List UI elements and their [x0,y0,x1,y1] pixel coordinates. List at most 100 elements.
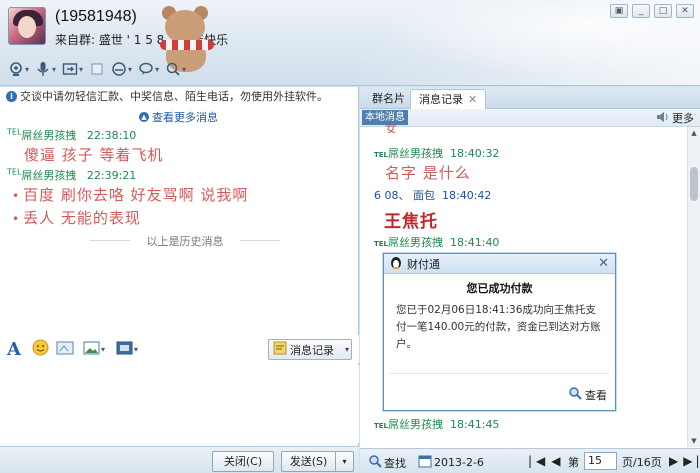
close-button[interactable]: 关闭(C) [212,451,274,472]
magic-emoji-button[interactable] [56,339,74,359]
scroll-down-icon[interactable]: ▼ [688,435,700,447]
message-source-bar: 本地消息 更多 [360,109,700,127]
message-header: TEL屌丝男孩拽 18:40:32 [374,147,500,160]
page-prefix: 第 [568,456,579,469]
maximize-icon[interactable]: □ [654,4,672,18]
transfer-file-icon [62,61,78,77]
more-label: 更多 [672,112,694,125]
speaker-icon [656,111,670,126]
search-people-button[interactable]: ▾ [163,59,188,79]
penguin-icon [389,255,403,272]
remote-desktop-icon [89,61,105,77]
date-picker[interactable]: 2013-2-6 [418,454,484,471]
message-body: 名字 是什么 [385,164,471,182]
message-header: TEL屌丝男孩拽 18:41:40 [374,236,500,249]
message-record-button[interactable]: 消息记录 ▾ [268,339,352,360]
app-store-button[interactable]: ▾ [109,59,134,79]
avatar[interactable] [8,7,46,45]
card-title: 您已成功付款 [466,282,533,295]
message-body: • 丢人 无能的表现 [12,209,141,227]
webcam-icon [8,61,24,77]
chat-bubble-icon [138,61,154,77]
chevron-down-icon: ▾ [345,345,350,354]
page-number-input[interactable]: 15 [584,452,617,470]
message-body: • 百度 刷你去咯 好友骂啊 说我啊 [12,186,249,204]
find-label: 查找 [384,456,406,470]
view-button[interactable]: 查看 [568,386,607,403]
webcam-button[interactable]: ▾ [6,59,31,79]
tab-message-record-label: 消息记录 [419,93,463,106]
tab-message-record[interactable]: 消息记录 ✕ [410,89,487,109]
next-page-icon[interactable]: ▶ [669,454,681,468]
skin-icon[interactable]: ▣ [610,4,628,18]
clipped-message-text: 女 [385,125,398,133]
font-button[interactable]: A [7,338,21,360]
smiley-icon [32,339,49,359]
find-button[interactable]: 查找 [368,454,406,471]
date-value: 2013-2-6 [434,456,484,469]
page-navigation: |◀ ◀ [528,454,565,468]
page-total: 页/16页 [622,456,662,469]
record-navigation-bar: 查找 2013-2-6 |◀◀ 第 15 页/16页 ▶▶| [360,448,700,473]
arrow-up-icon: ▲ [139,112,149,122]
divider [390,373,609,374]
message-header: TEL屌丝男孩拽 18:41:45 [374,418,500,431]
minimize-icon[interactable]: _ [632,4,650,18]
message-input[interactable] [0,365,359,443]
close-icon[interactable]: ✕ [676,4,694,18]
tab-group-card[interactable]: 群名片 [364,89,413,109]
emoji-button[interactable] [32,339,49,359]
send-bar: 关闭(C) 发送(S) ▾ [0,446,359,473]
calendar-icon [418,454,432,471]
more-button[interactable]: 更多 [656,110,694,126]
security-notice: i 交谈中请勿轻信汇款、中奖信息、陌生电话，勿使用外挂软件。 [6,88,328,104]
search-icon [368,454,382,471]
history-divider: 以上是历史消息 [90,233,280,248]
font-icon: A [7,338,21,360]
microphone-icon [35,61,51,77]
message-record-label: 消息记录 [290,343,334,357]
chat-panel: i 交谈中请勿轻信汇款、中奖信息、陌生电话，勿使用外挂软件。 ▲ 查看更多消息 … [0,87,359,473]
view-label: 查看 [585,388,607,402]
chat-bubble-button[interactable]: ▾ [136,59,161,79]
send-button[interactable]: 发送(S) [281,451,335,472]
scrollbar[interactable]: ▲ ▼ [687,127,700,447]
prev-page-icon[interactable]: ◀ [551,454,564,468]
side-panel: 群名片 消息记录 ✕ 本地消息 更多 女 TEL屌丝男孩拽 18:40:32 名字… [360,87,700,473]
app-store-icon [111,61,127,77]
screenshot-icon [116,340,134,359]
last-page-icon[interactable]: ▶| [683,454,700,468]
info-icon: i [6,90,17,102]
close-tab-icon[interactable]: ✕ [468,93,477,106]
transfer-file-button[interactable]: ▾ [60,59,85,79]
picture-icon [83,340,101,359]
close-icon[interactable]: ✕ [598,256,609,271]
remote-desktop-button[interactable] [87,59,107,79]
page-navigation-next: ▶▶| [669,454,700,468]
send-image-button[interactable]: ▾ [83,339,105,359]
first-page-icon[interactable]: |◀ [528,454,549,468]
magnifier-icon [568,386,582,403]
scroll-thumb[interactable] [690,167,698,201]
voice-button[interactable]: ▾ [33,59,58,79]
local-messages-tab[interactable]: 本地消息 [362,110,408,125]
card-text: 您已于02月06日18:41:36成功向王焦托支付一笔140.00元的付款，资金… [396,304,601,350]
side-tabs: 群名片 消息记录 ✕ [360,87,700,109]
window-controls: ▣ _ □ ✕ [610,4,694,18]
search-people-icon [165,61,181,77]
contact-title: (19581948) [55,8,137,25]
payment-notification-card: 财付通 ✕ 您已成功付款 您已于02月06日18:41:36成功向王焦托支付一笔… [383,253,616,411]
header-toolbar: ▾ ▾ ▾ ▾ ▾ ▾ [6,58,188,80]
card-app-name: 财付通 [407,257,440,271]
message-body: 傻逼 孩子 等着飞机 [24,146,164,164]
send-options-button[interactable]: ▾ [335,451,354,472]
view-more-messages-label: 查看更多消息 [152,111,218,124]
view-more-messages-link[interactable]: ▲ 查看更多消息 [139,109,218,125]
card-header: 财付通 [384,254,615,274]
security-notice-text: 交谈中请勿轻信汇款、中奖信息、陌生电话，勿使用外挂软件。 [20,90,328,103]
message-header: TEL屌丝男孩拽 22:39:21 [7,167,137,182]
message-body: 王焦托 [384,212,438,232]
scroll-up-icon[interactable]: ▲ [688,127,700,139]
magic-emoji-icon [56,340,74,359]
screenshot-button[interactable]: ▾ [116,339,138,359]
